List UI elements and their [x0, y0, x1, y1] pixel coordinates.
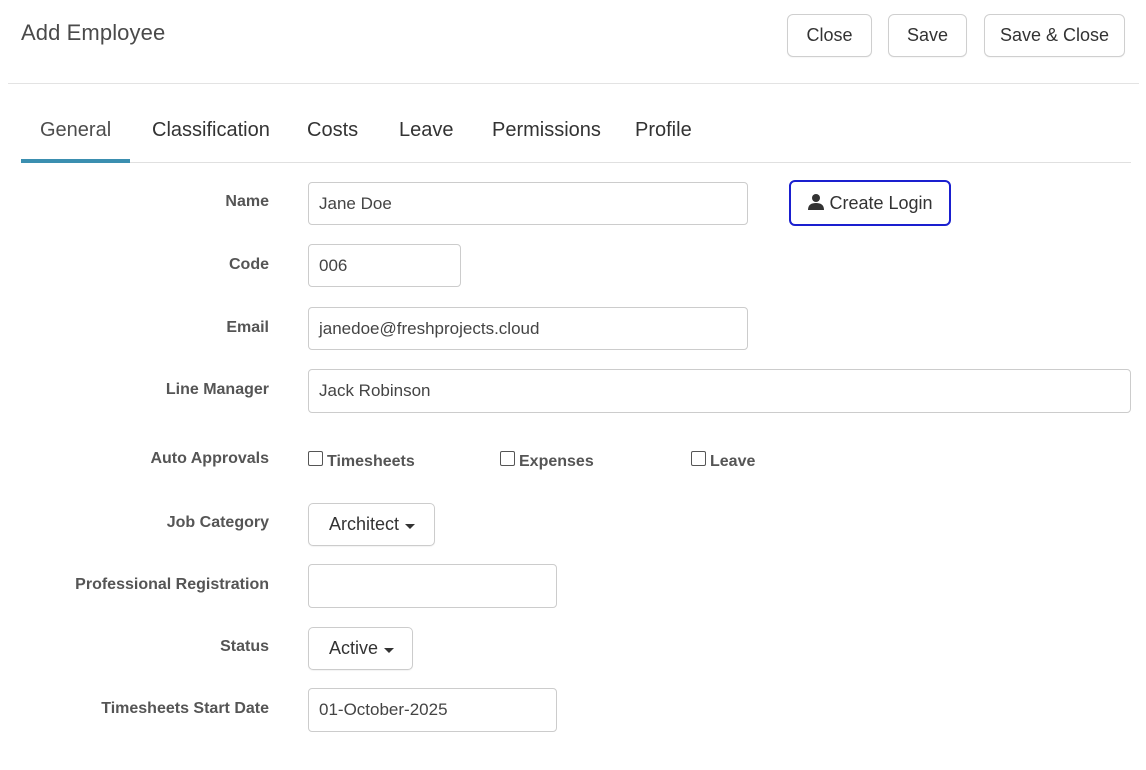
page-title: Add Employee	[21, 20, 166, 45]
code-input[interactable]: 006	[308, 244, 461, 287]
code-label: Code	[229, 256, 269, 273]
status-label: Status	[220, 638, 269, 655]
job-category-label: Job Category	[166, 514, 269, 531]
save-button[interactable]: Save	[888, 14, 967, 57]
tab-general[interactable]: General	[40, 119, 111, 142]
status-dropdown[interactable]: Active	[308, 627, 413, 670]
save-and-close-button[interactable]: Save & Close	[984, 14, 1125, 57]
person-icon	[807, 193, 825, 211]
name-label: Name	[225, 193, 269, 210]
timesheets-start-date-label: Timesheets Start Date	[101, 700, 269, 717]
email-label: Email	[226, 319, 269, 336]
create-login-button[interactable]: Create Login	[789, 180, 951, 226]
timesheets-checkbox-label: Timesheets	[327, 453, 415, 470]
close-button[interactable]: Close	[787, 14, 872, 57]
leave-checkbox-group[interactable]: Leave	[691, 450, 756, 471]
timesheets-checkbox[interactable]	[308, 450, 323, 466]
tab-bar: General Classification Costs Leave Permi…	[21, 107, 1131, 163]
tab-leave[interactable]: Leave	[399, 119, 454, 142]
caret-down-icon	[384, 647, 395, 653]
auto-approvals-label: Auto Approvals	[150, 450, 269, 467]
leave-checkbox[interactable]	[691, 450, 706, 466]
expenses-checkbox-label: Expenses	[519, 453, 594, 470]
email-input[interactable]: janedoe@freshprojects.cloud	[308, 307, 748, 350]
timesheets-checkbox-group[interactable]: Timesheets	[308, 450, 415, 471]
tab-permissions[interactable]: Permissions	[492, 119, 601, 142]
add-employee-page: Add Employee Close Save Save & Close Gen…	[0, 0, 1146, 770]
tab-classification[interactable]: Classification	[152, 119, 270, 142]
line-manager-input[interactable]: Jack Robinson	[308, 369, 1131, 413]
name-input[interactable]: Jane Doe	[308, 182, 748, 225]
tab-profile[interactable]: Profile	[635, 119, 692, 142]
tab-costs[interactable]: Costs	[307, 119, 358, 142]
expenses-checkbox[interactable]	[500, 450, 515, 466]
job-category-dropdown[interactable]: Architect	[308, 503, 435, 546]
line-manager-label: Line Manager	[165, 381, 269, 398]
active-tab-indicator	[21, 159, 130, 163]
create-login-label: Create Login	[829, 192, 933, 213]
status-value: Active	[329, 638, 379, 658]
timesheets-start-date-input[interactable]: 01-October-2025	[308, 688, 557, 732]
job-category-value: Architect	[329, 514, 400, 534]
caret-down-icon	[405, 523, 416, 529]
leave-checkbox-label: Leave	[710, 453, 756, 470]
professional-registration-label: Professional Registration	[75, 576, 269, 593]
expenses-checkbox-group[interactable]: Expenses	[500, 450, 594, 471]
professional-registration-input[interactable]	[308, 564, 557, 608]
header-divider	[8, 83, 1139, 84]
